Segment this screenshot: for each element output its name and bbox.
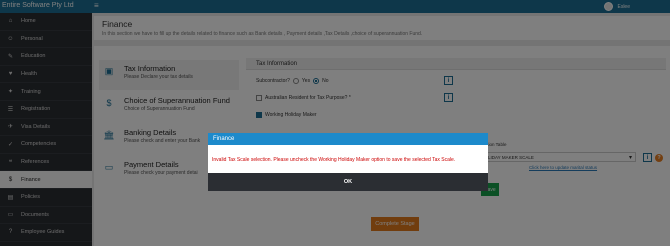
modal-title: Finance [213,136,235,142]
modal-error-message: Invalid Tax Scale selection. Please unch… [212,157,456,163]
finance-modal: Finance Invalid Tax Scale selection. Ple… [208,133,488,191]
modal-header: Finance [208,133,488,145]
ok-button[interactable]: OK [344,179,352,185]
modal-backdrop[interactable] [0,0,670,246]
modal-footer: OK [208,173,488,191]
